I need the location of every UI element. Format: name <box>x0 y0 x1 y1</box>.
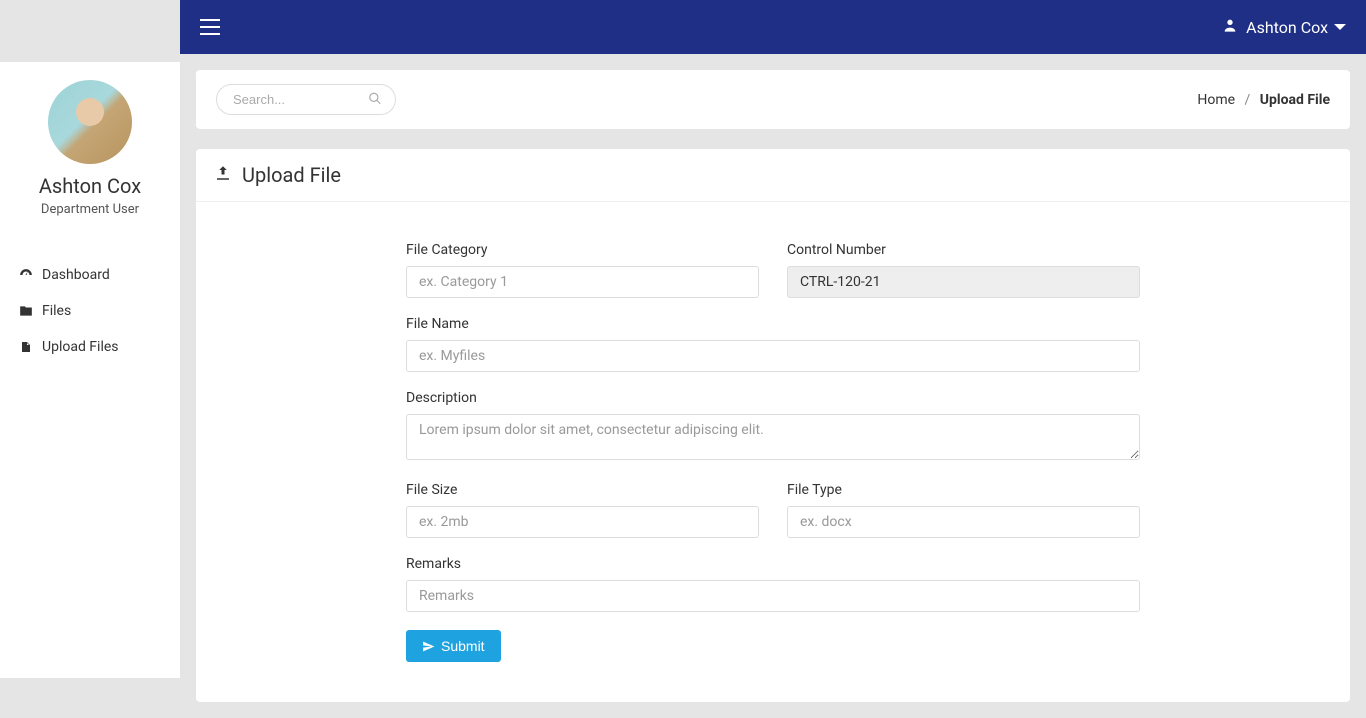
file-name-label: File Name <box>406 316 1140 332</box>
sidebar-item-label: Files <box>42 303 71 319</box>
control-number-label: Control Number <box>787 242 1140 258</box>
page-title: Upload File <box>242 163 341 187</box>
sidebar-top-spacer <box>0 0 180 62</box>
profile-role: Department User <box>10 202 170 217</box>
submit-button[interactable]: Submit <box>406 630 501 662</box>
form-group-file-category: File Category <box>406 242 759 298</box>
sidebar-item-label: Upload Files <box>42 339 119 355</box>
file-type-label: File Type <box>787 482 1140 498</box>
search-icon[interactable] <box>368 90 382 109</box>
sidebar-item-label: Dashboard <box>42 267 110 283</box>
file-size-input[interactable] <box>406 506 759 538</box>
user-icon <box>1222 17 1238 37</box>
content: Home / Upload File Upload File File Cate… <box>180 54 1366 718</box>
description-input[interactable] <box>406 414 1140 460</box>
form-group-file-size: File Size <box>406 482 759 538</box>
hamburger-icon[interactable] <box>200 19 220 35</box>
remarks-input[interactable] <box>406 580 1140 612</box>
breadcrumb-home[interactable]: Home <box>1197 92 1235 108</box>
file-size-label: File Size <box>406 482 759 498</box>
file-type-input[interactable] <box>787 506 1140 538</box>
form-group-description: Description <box>406 390 1140 464</box>
sidebar-item-dashboard[interactable]: Dashboard <box>0 257 180 293</box>
upload-icon <box>214 164 232 186</box>
caret-down-icon <box>1334 24 1346 30</box>
control-number-input <box>787 266 1140 298</box>
file-icon <box>18 340 34 354</box>
form-group-remarks: Remarks <box>406 556 1140 612</box>
file-category-label: File Category <box>406 242 759 258</box>
topbar: Ashton Cox <box>180 0 1366 54</box>
main: Ashton Cox Home / Upload File U <box>180 0 1366 678</box>
header-card: Home / Upload File <box>196 70 1350 129</box>
submit-button-label: Submit <box>441 638 485 654</box>
dashboard-icon <box>18 268 34 282</box>
avatar <box>48 80 132 164</box>
file-category-input[interactable] <box>406 266 759 298</box>
form-card: Upload File File Category Control Number <box>196 149 1350 702</box>
sidebar-profile: Ashton Cox Department User <box>0 62 180 237</box>
breadcrumb: Home / Upload File <box>1197 92 1330 108</box>
file-name-input[interactable] <box>406 340 1140 372</box>
form-group-file-name: File Name <box>406 316 1140 372</box>
breadcrumb-separator: / <box>1245 92 1251 108</box>
search-box <box>216 84 396 115</box>
sidebar: Ashton Cox Department User Dashboard Fil… <box>0 0 180 678</box>
sidebar-nav: Dashboard Files Upload Files <box>0 257 180 365</box>
folder-icon <box>18 304 34 318</box>
form-body: File Category Control Number File Name <box>196 202 1350 702</box>
profile-name: Ashton Cox <box>10 174 170 198</box>
user-menu-name: Ashton Cox <box>1246 18 1328 37</box>
form-card-header: Upload File <box>196 149 1350 202</box>
form-group-control-number: Control Number <box>787 242 1140 298</box>
form-group-file-type: File Type <box>787 482 1140 538</box>
user-menu[interactable]: Ashton Cox <box>1222 17 1346 37</box>
description-label: Description <box>406 390 1140 406</box>
sidebar-item-upload-files[interactable]: Upload Files <box>0 329 180 365</box>
breadcrumb-current: Upload File <box>1260 92 1330 108</box>
send-icon <box>422 640 435 653</box>
sidebar-item-files[interactable]: Files <box>0 293 180 329</box>
remarks-label: Remarks <box>406 556 1140 572</box>
